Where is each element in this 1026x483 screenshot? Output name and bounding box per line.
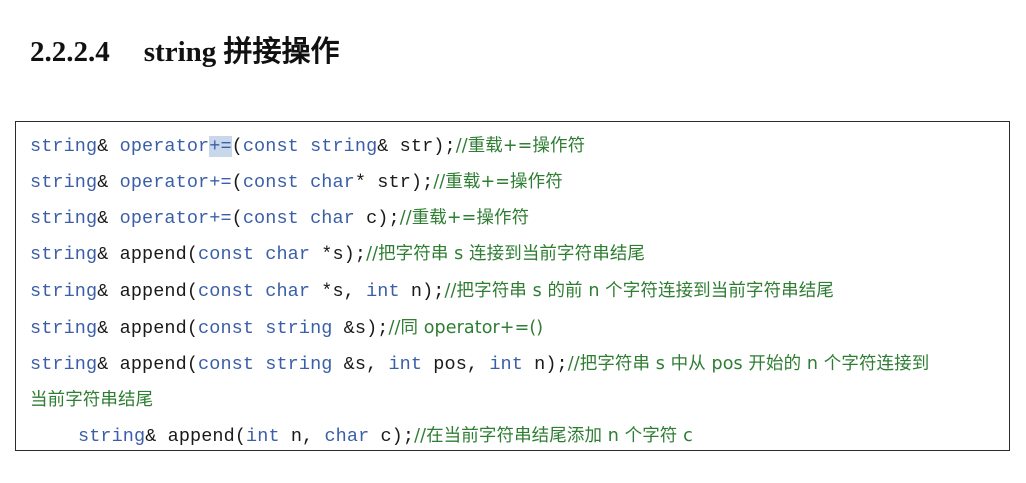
type-token: string [30,208,98,229]
code-comment: //在当前字符串结尾添加 n 个字符 c [414,426,693,446]
code-token: pos, [422,354,490,375]
type-token: char [324,426,370,447]
type-token: const string [198,318,333,339]
code-line: string& append(const char *s, int n);//把… [30,277,834,302]
code-token: & str); [377,136,456,157]
code-line: 当前字符串结尾 [30,386,153,411]
code-token: ( [186,354,199,375]
section-number: 2.2.2.4 [30,36,110,68]
code-line: string& operator+=(const char c);//重载+=操… [30,204,529,229]
code-token: ( [234,426,247,447]
code-token: ( [231,208,243,229]
code-comment: //把字符串 s 中从 pos 开始的 n 个字符连接到 [567,354,930,374]
code-token: &s); [332,318,389,339]
type-token: string [30,244,98,265]
code-comment: //重载+=操作符 [455,136,586,156]
code-token: n); [522,354,568,375]
code-token: & append [97,281,187,302]
code-token: & append [97,318,187,339]
type-token: const char [198,244,311,265]
code-line: string& operator+=(const string& str);//… [30,132,585,157]
keyword-token: operator [119,208,210,229]
type-token: string [30,281,98,302]
type-token: int [246,426,280,447]
page: 2.2.2.4 string 拼接操作 string& operator+=(co… [0,0,1026,483]
code-token: ( [186,281,199,302]
operator-token: += [209,172,232,193]
code-token: & append [97,244,187,265]
code-comment: 当前字符串结尾 [30,390,154,410]
code-token: ( [186,318,199,339]
type-token: string [30,136,98,157]
code-comment: //把字符串 s 的前 n 个字符连接到当前字符串结尾 [444,281,834,301]
type-token: const char [242,208,355,229]
code-token: *s); [310,244,367,265]
code-comment: //重载+=操作符 [399,208,530,228]
code-comment: //重载+=操作符 [433,172,563,192]
operator-token: += [209,136,232,157]
keyword-token: operator [119,172,210,193]
code-token: & append [97,354,187,375]
type-token: int [388,354,423,375]
section-title: string 拼接操作 [143,36,340,68]
code-line: string& append(int n, char c);//在当前字符串结尾… [78,422,693,447]
code-token: &s, [332,354,389,375]
code-token: * str); [354,172,434,193]
code-line: string& operator+=(const char* str);//重载… [30,168,563,193]
type-token: string [30,354,98,375]
section-heading: 2.2.2.4 string 拼接操作 [30,28,340,70]
type-token: int [366,281,400,302]
type-token: string [30,318,98,339]
code-block: string& operator+=(const string& str);//… [15,121,1010,451]
code-token: & [97,208,120,229]
code-line: string& append(const string &s);//同 oper… [30,314,543,339]
code-comment: //同 operator+=() [388,318,544,338]
code-token: & append [145,426,235,447]
code-token: c); [369,426,415,447]
type-token: const char [198,281,311,302]
type-token: const string [242,136,378,157]
code-token: n, [279,426,325,447]
code-token: ( [231,172,243,193]
type-token: const string [198,354,333,375]
code-token: & [97,136,120,157]
type-token: string [30,172,98,193]
code-line: string& append(const char *s);//把字符串 s 连… [30,240,645,265]
operator-token: += [209,208,232,229]
type-token: const char [242,172,355,193]
code-comment: //把字符串 s 连接到当前字符串结尾 [366,244,646,264]
code-token: c); [354,208,400,229]
code-token: *s, [310,281,367,302]
type-token: string [78,426,146,447]
keyword-token: operator [119,136,210,157]
code-token: n); [399,281,445,302]
code-token: & [97,172,120,193]
code-token: ( [186,244,199,265]
type-token: int [489,354,523,375]
code-token: ( [231,136,243,157]
code-line: string& append(const string &s, int pos,… [30,350,929,375]
